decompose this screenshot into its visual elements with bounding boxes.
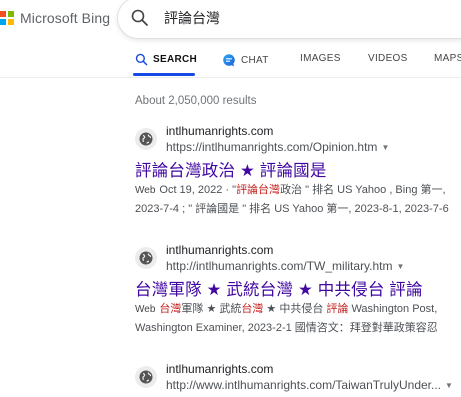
result-url[interactable]: http://www.intlhumanrights.com/TaiwanTru… <box>166 378 453 392</box>
bing-logo[interactable]: Microsoft Bing <box>0 10 110 26</box>
snippet-line: 2023-7-4 ; " 評論國是 " 排名 US Yahoo 第一, 2023… <box>135 203 449 215</box>
caret-down-icon[interactable]: ▼ <box>445 381 453 390</box>
snippet-text: ★ 中共侵台 <box>263 303 327 315</box>
tab-label: CHAT <box>241 54 269 66</box>
results-count: About 2,050,000 results <box>135 95 257 107</box>
chat-icon <box>223 54 235 67</box>
caret-down-icon[interactable]: ▼ <box>381 143 389 152</box>
tab-chat[interactable]: CHAT <box>222 53 269 67</box>
snippet-highlight: 評論台灣 <box>236 184 281 196</box>
microsoft-logo-icon <box>0 11 14 25</box>
url-text: http://www.intlhumanrights.com/TaiwanTru… <box>166 378 441 392</box>
search-result: intlhumanrights.com http://www.intlhuman… <box>135 362 461 397</box>
result-url[interactable]: https://intlhumanrights.com/Opinion.htm … <box>166 140 389 154</box>
tab-search[interactable]: SEARCH <box>135 53 197 66</box>
result-snippet: Web 台灣軍隊 ★ 武統台灣 ★ 中共侵台 評論 Washington Post… <box>135 300 461 338</box>
active-tab-indicator <box>133 73 195 76</box>
tab-images[interactable]: IMAGES <box>300 53 341 64</box>
globe-icon <box>135 128 157 150</box>
result-site-name: intlhumanrights.com <box>166 124 274 138</box>
snippet-text: Oct 19, 2022 · " <box>159 184 237 196</box>
snippet-highlight: 評論 <box>326 303 349 315</box>
search-result: intlhumanrights.com http://intlhumanrigh… <box>135 243 461 343</box>
result-title-link[interactable]: 評論台灣政治 ★ 評論國是 <box>135 157 327 181</box>
tab-label: MAPS <box>434 53 461 64</box>
globe-icon <box>135 366 157 388</box>
search-tab-icon <box>135 53 148 66</box>
search-input[interactable]: 評論台灣 <box>164 8 220 28</box>
result-site-name: intlhumanrights.com <box>166 362 274 376</box>
caret-down-icon[interactable]: ▼ <box>397 262 405 271</box>
search-result: intlhumanrights.com https://intlhumanrig… <box>135 124 461 224</box>
snippet-text: 軍隊 ★ 武統 <box>181 303 242 315</box>
snippet-line: Web Oct 19, 2022 · "評論台灣政治 " 排名 US Yahoo … <box>135 181 461 200</box>
bing-results-page: Microsoft Bing 評論台灣 SEARCH CHAT IMAGES V… <box>0 0 461 397</box>
logo-text: Microsoft Bing <box>20 10 111 26</box>
result-title-link[interactable]: 台灣軍隊 ★ 武統台灣 ★ 中共侵台 評論 <box>135 276 423 300</box>
tabs-divider <box>0 77 461 78</box>
web-tag: Web <box>135 304 156 315</box>
tab-videos[interactable]: VIDEOS <box>368 53 408 64</box>
snippet-line: Washington Examiner, 2023-2-1 國情咨文：拜登對華政… <box>135 322 438 334</box>
url-text: http://intlhumanrights.com/TW_military.h… <box>166 259 393 273</box>
snippet-text: Washington Post, <box>348 303 438 315</box>
tab-label: SEARCH <box>153 54 198 65</box>
result-snippet: Web Oct 19, 2022 · "評論台灣政治 " 排名 US Yahoo … <box>135 181 461 219</box>
tab-maps[interactable]: MAPS <box>434 53 461 64</box>
search-icon[interactable] <box>130 8 150 28</box>
snippet-text: 政治 " 排名 US Yahoo , Bing 第一, <box>280 184 446 196</box>
search-tabs: SEARCH CHAT IMAGES VIDEOS MAPS <box>0 48 461 76</box>
url-text: https://intlhumanrights.com/Opinion.htm <box>166 140 378 154</box>
tab-label: VIDEOS <box>368 53 408 64</box>
result-site-name: intlhumanrights.com <box>166 243 274 257</box>
web-tag: Web <box>135 185 156 196</box>
globe-icon <box>135 247 157 269</box>
header: Microsoft Bing 評論台灣 <box>0 0 461 40</box>
snippet-highlight: 台灣 <box>159 303 182 315</box>
snippet-highlight: 台灣 <box>241 303 264 315</box>
snippet-line: Web 台灣軍隊 ★ 武統台灣 ★ 中共侵台 評論 Washington Post… <box>135 300 461 319</box>
result-url[interactable]: http://intlhumanrights.com/TW_military.h… <box>166 259 404 273</box>
search-box[interactable]: 評論台灣 <box>118 0 461 38</box>
tab-label: IMAGES <box>300 53 341 64</box>
